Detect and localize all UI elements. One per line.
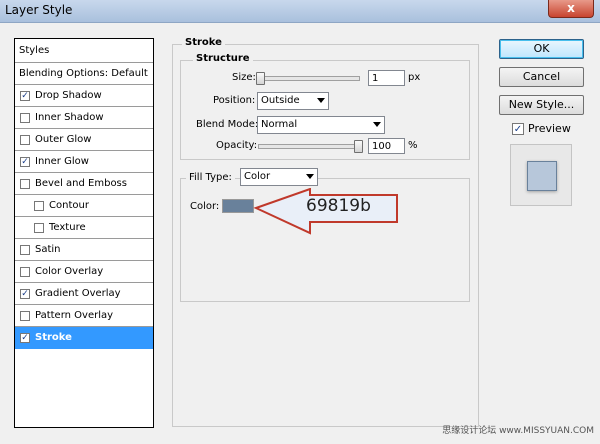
fill-type-label: Fill Type: bbox=[186, 172, 235, 183]
stroke-section-title: Stroke bbox=[182, 37, 225, 48]
style-checkbox[interactable]: ✓ bbox=[20, 333, 30, 343]
close-icon: x bbox=[567, 1, 575, 15]
style-checkbox[interactable]: ✓ bbox=[20, 91, 30, 101]
callout-text: 69819b bbox=[306, 196, 371, 216]
opacity-label: Opacity: bbox=[216, 140, 258, 151]
style-item-drop-shadow[interactable]: ✓ Drop Shadow bbox=[15, 85, 153, 107]
style-item-contour[interactable]: Contour bbox=[15, 195, 153, 217]
position-dropdown[interactable]: Outside bbox=[257, 92, 329, 110]
opacity-unit: % bbox=[408, 140, 418, 151]
size-slider-thumb[interactable] bbox=[256, 72, 265, 85]
preview-thumbnail bbox=[527, 161, 557, 191]
style-checkbox[interactable] bbox=[20, 267, 30, 277]
styles-header[interactable]: Styles bbox=[15, 39, 153, 63]
preview-checkbox[interactable]: ✓ bbox=[512, 123, 524, 135]
style-item-label: Pattern Overlay bbox=[35, 310, 114, 321]
styles-header-label: Styles bbox=[19, 45, 50, 56]
style-item-inner-glow[interactable]: ✓ Inner Glow bbox=[15, 151, 153, 173]
style-item-gradient-overlay[interactable]: ✓ Gradient Overlay bbox=[15, 283, 153, 305]
style-item-blending-options-default[interactable]: Blending Options: Default bbox=[15, 63, 153, 85]
style-item-outer-glow[interactable]: Outer Glow bbox=[15, 129, 153, 151]
title-bar[interactable]: Layer Style x bbox=[0, 0, 600, 23]
blend-mode-value: Normal bbox=[261, 119, 298, 130]
style-item-label: Inner Shadow bbox=[35, 112, 104, 123]
size-label: Size: bbox=[232, 72, 256, 83]
style-checkbox[interactable] bbox=[20, 179, 30, 189]
style-item-texture[interactable]: Texture bbox=[15, 217, 153, 239]
structure-section-title: Structure bbox=[193, 53, 253, 64]
watermark: 思缘设计论坛 www.MISSYUAN.COM bbox=[442, 426, 594, 436]
close-button[interactable]: x bbox=[548, 0, 594, 18]
ok-button[interactable]: OK bbox=[499, 39, 584, 59]
fill-type-dropdown[interactable]: Color bbox=[240, 168, 318, 186]
style-item-satin[interactable]: Satin bbox=[15, 239, 153, 261]
cancel-button[interactable]: Cancel bbox=[499, 67, 584, 87]
size-slider[interactable] bbox=[258, 76, 360, 81]
style-checkbox[interactable] bbox=[20, 311, 30, 321]
styles-list: Styles Blending Options: Default ✓ Drop Sh… bbox=[14, 38, 154, 428]
size-input[interactable]: 1 bbox=[368, 70, 405, 86]
fill-type-value: Color bbox=[244, 171, 271, 182]
style-item-label: Contour bbox=[49, 200, 89, 211]
style-checkbox[interactable] bbox=[20, 135, 30, 145]
style-item-label: Blending Options: Default bbox=[19, 68, 148, 79]
chevron-down-icon bbox=[373, 122, 381, 127]
style-item-label: Bevel and Emboss bbox=[35, 178, 127, 189]
style-item-label: Texture bbox=[49, 222, 86, 233]
preview-label: Preview bbox=[528, 122, 571, 135]
style-item-color-overlay[interactable]: Color Overlay bbox=[15, 261, 153, 283]
style-item-label: Outer Glow bbox=[35, 134, 92, 145]
style-item-label: Gradient Overlay bbox=[35, 288, 121, 299]
style-checkbox[interactable] bbox=[20, 245, 30, 255]
style-item-label: Drop Shadow bbox=[35, 90, 102, 101]
new-style-button[interactable]: New Style... bbox=[499, 95, 584, 115]
style-item-pattern-overlay[interactable]: Pattern Overlay bbox=[15, 305, 153, 327]
position-value: Outside bbox=[261, 95, 300, 106]
style-checkbox[interactable] bbox=[34, 223, 44, 233]
style-item-label: Satin bbox=[35, 244, 61, 255]
window-title: Layer Style bbox=[5, 3, 73, 17]
opacity-slider[interactable] bbox=[258, 144, 360, 149]
style-checkbox[interactable]: ✓ bbox=[20, 289, 30, 299]
color-swatch[interactable] bbox=[222, 199, 254, 213]
style-item-label: Color Overlay bbox=[35, 266, 104, 277]
opacity-slider-thumb[interactable] bbox=[354, 140, 363, 153]
preview-box bbox=[510, 144, 572, 206]
color-label: Color: bbox=[190, 201, 220, 212]
position-label: Position: bbox=[213, 95, 256, 106]
style-item-label: Stroke bbox=[35, 332, 72, 343]
style-item-stroke[interactable]: ✓ Stroke bbox=[15, 327, 153, 349]
opacity-input[interactable]: 100 bbox=[368, 138, 405, 154]
size-unit: px bbox=[408, 72, 421, 83]
style-checkbox[interactable] bbox=[34, 201, 44, 211]
style-item-bevel-and-emboss[interactable]: Bevel and Emboss bbox=[15, 173, 153, 195]
style-item-label: Inner Glow bbox=[35, 156, 89, 167]
chevron-down-icon bbox=[306, 174, 314, 179]
blend-mode-dropdown[interactable]: Normal bbox=[257, 116, 385, 134]
style-item-inner-shadow[interactable]: Inner Shadow bbox=[15, 107, 153, 129]
blend-mode-label: Blend Mode: bbox=[196, 119, 259, 130]
style-checkbox[interactable]: ✓ bbox=[20, 157, 30, 167]
chevron-down-icon bbox=[317, 98, 325, 103]
style-checkbox[interactable] bbox=[20, 113, 30, 123]
